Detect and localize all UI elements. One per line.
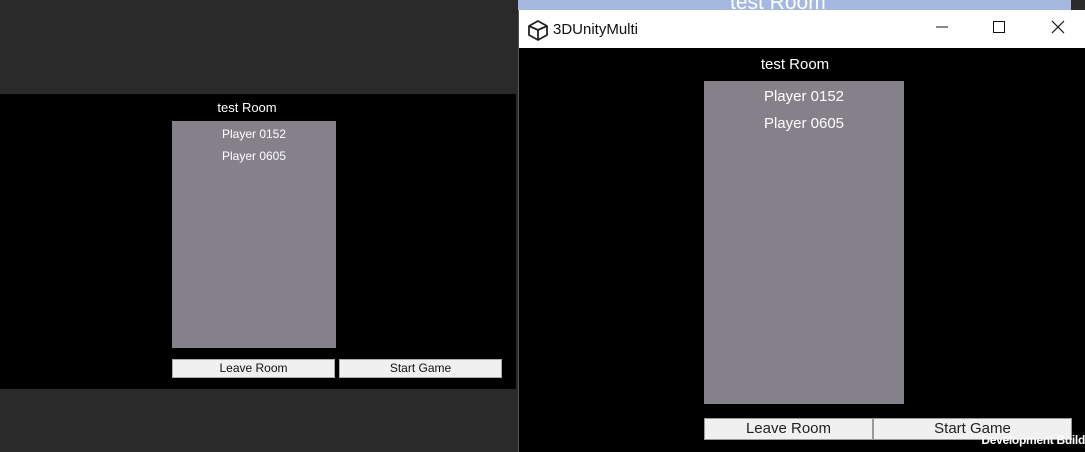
close-icon bbox=[1051, 20, 1065, 39]
minimize-button[interactable] bbox=[919, 10, 965, 48]
window-titlebar[interactable]: 3DUnityMulti bbox=[519, 10, 1085, 48]
player-list-item: Player 0152 bbox=[221, 127, 287, 141]
player-list-item: Player 0605 bbox=[763, 115, 845, 132]
background-window-edge bbox=[1071, 0, 1085, 10]
maximize-icon bbox=[993, 20, 1005, 38]
minimize-icon bbox=[936, 20, 948, 38]
background-window: test Room bbox=[518, 0, 1071, 10]
maximize-button[interactable] bbox=[976, 10, 1022, 48]
player-list-item: Player 0152 bbox=[763, 88, 845, 105]
editor-game-view: test Room Player 0152 Player 0605 Leave … bbox=[0, 94, 516, 389]
player-list: Player 0152 Player 0605 bbox=[704, 81, 904, 404]
unity-logo-icon bbox=[527, 19, 549, 41]
player-list-item: Player 0605 bbox=[221, 149, 287, 163]
leave-room-button[interactable]: Leave Room bbox=[704, 418, 873, 440]
player-list: Player 0152 Player 0605 bbox=[172, 121, 336, 348]
room-title: test Room bbox=[760, 56, 830, 73]
window-title: 3DUnityMulti bbox=[553, 21, 639, 38]
close-button[interactable] bbox=[1035, 10, 1081, 48]
leave-room-button[interactable]: Leave Room bbox=[172, 359, 335, 378]
start-game-button[interactable]: Start Game bbox=[339, 359, 502, 378]
unity-player-window: 3DUnityMulti test Room Player 0152 Playe… bbox=[518, 10, 1085, 452]
background-window-title: test Room bbox=[730, 0, 826, 10]
room-title: test Room bbox=[217, 100, 277, 115]
development-build-label: Development Build bbox=[981, 433, 1085, 447]
